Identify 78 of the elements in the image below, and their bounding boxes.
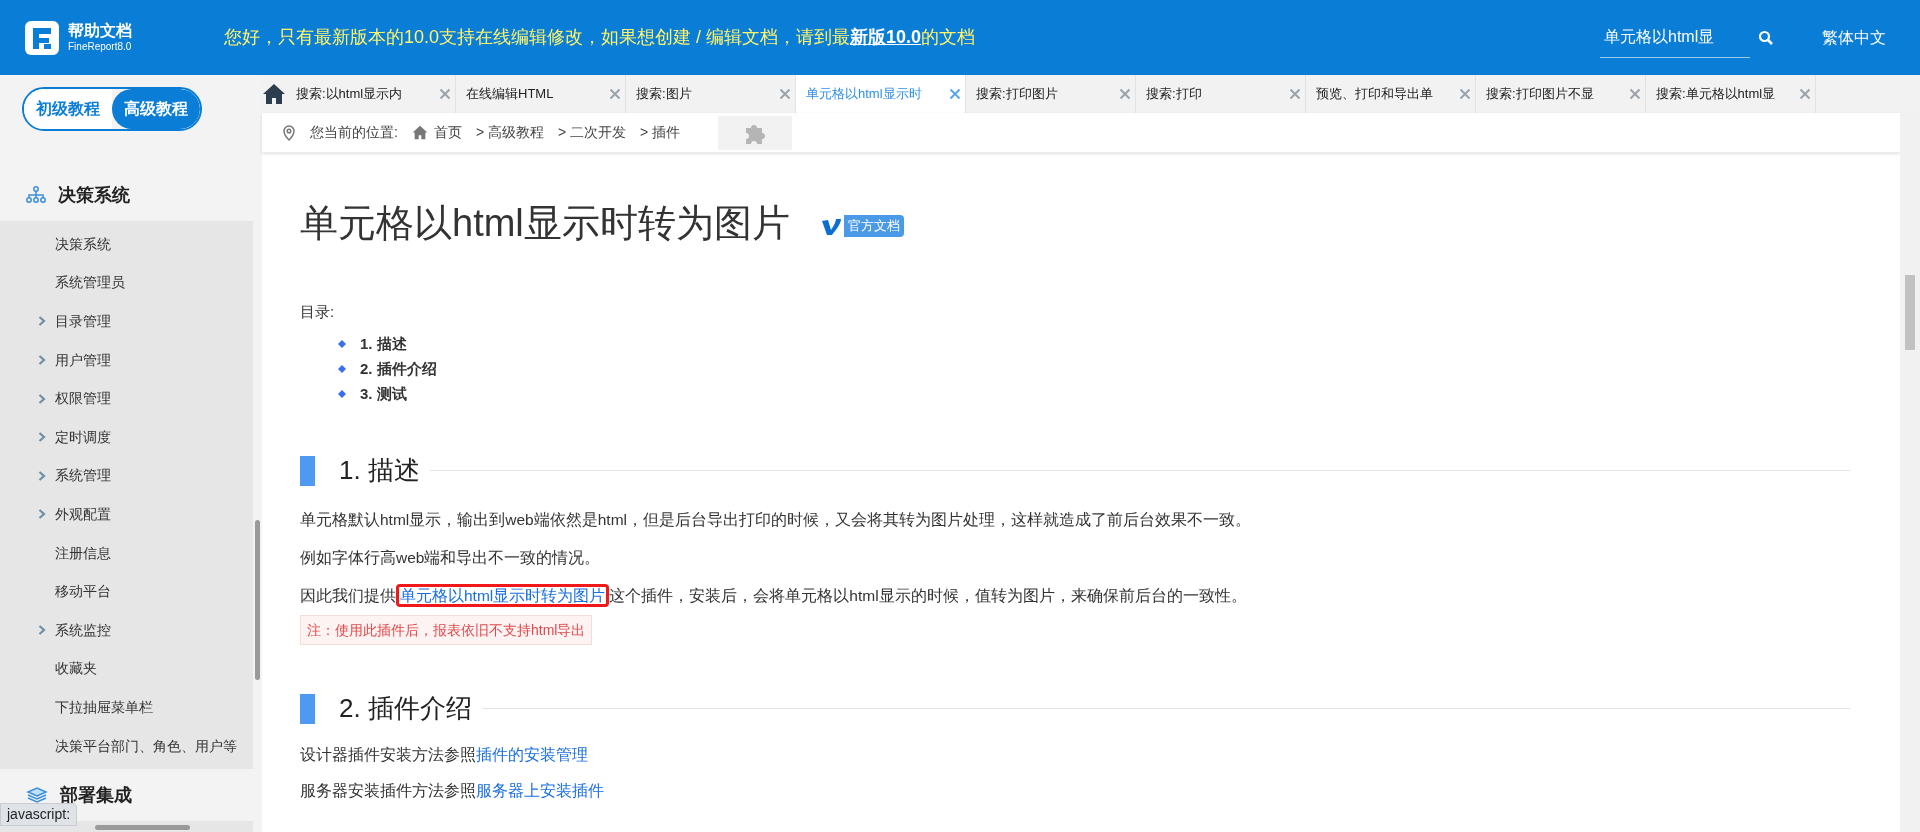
link[interactable]: 服务器上安装插件 xyxy=(476,781,604,799)
close-icon[interactable] xyxy=(1629,88,1641,100)
chevron-icon xyxy=(38,316,46,327)
sidebar-item[interactable]: 移动平台 xyxy=(0,572,253,611)
sidebar-item[interactable]: 权限管理 xyxy=(0,379,253,418)
diamond-bullet-icon xyxy=(338,365,346,373)
breadcrumb-link[interactable]: 首页 xyxy=(433,122,462,143)
heading-bar xyxy=(300,455,315,486)
breadcrumb-label: 您当前的位置: xyxy=(310,123,398,142)
language-link[interactable]: 繁体中文 xyxy=(1822,25,1886,50)
toc-link[interactable]: 1. 描述 xyxy=(360,332,407,356)
sidebar-item[interactable]: 决策系统 xyxy=(0,225,253,264)
sidebar-item[interactable]: 系统管理员 xyxy=(0,263,253,303)
section-heading: 2. 插件介绍 xyxy=(339,692,473,725)
chevron-icon xyxy=(38,393,46,404)
chevron-icon xyxy=(38,355,46,366)
scrollbar-thumb[interactable] xyxy=(1905,275,1915,350)
close-icon[interactable] xyxy=(1289,88,1301,100)
close-icon[interactable] xyxy=(1459,88,1471,100)
link[interactable]: 单元格以html显示时转为图片 xyxy=(396,583,610,607)
toc-link[interactable]: 2. 插件介绍 xyxy=(360,357,437,381)
sidebar-item[interactable]: 系统管理 xyxy=(0,456,253,496)
location-pin-icon xyxy=(282,124,296,141)
paragraph: 例如字体行高web端和导出不一致的情况。 xyxy=(300,547,602,568)
tab[interactable]: 单元格以html显示时 xyxy=(796,75,966,113)
paragraph: 服务器安装插件方法参照服务器上安装插件 xyxy=(300,780,605,801)
hierarchy-icon xyxy=(26,186,46,204)
chevron-icon xyxy=(38,432,46,443)
toggle-tab[interactable]: 高级教程 xyxy=(112,89,200,129)
section-heading: 1. 描述 xyxy=(339,454,421,487)
category-label: 决策系统 xyxy=(58,183,130,207)
sidebar-item[interactable]: 系统监控 xyxy=(0,610,253,650)
note-text: 注：使用此插件后，报表依旧不支持html导出 xyxy=(300,614,593,645)
search-field[interactable]: 单元格以html显 xyxy=(1600,17,1750,58)
close-icon[interactable] xyxy=(439,88,451,100)
sidebar-item[interactable]: 收藏夹 xyxy=(0,649,253,689)
article-title: 单元格以html显示时转为图片 xyxy=(300,200,790,246)
diamond-bullet-icon xyxy=(338,340,346,348)
logo-title: 帮助文档 xyxy=(68,21,132,42)
sidebar-item[interactable]: 决策平台部门、角色、用户等 xyxy=(0,726,253,766)
close-icon[interactable] xyxy=(1799,88,1811,100)
breadcrumb-link[interactable]: > 二次开发 xyxy=(557,122,627,143)
logo-subtitle: FineReport8.0 xyxy=(68,41,132,54)
heading-bar xyxy=(300,693,315,724)
page-scrollbar[interactable] xyxy=(1900,113,1920,832)
sidebar-item[interactable]: 定时调度 xyxy=(0,417,253,457)
toc-link[interactable]: 3. 测试 xyxy=(360,382,407,406)
notice-text: 您好，只有最新版本的10.0支持在线编辑修改，如果想创建 / 编辑文档，请到最新版10.0的文档 xyxy=(224,26,976,49)
breadcrumb-link[interactable]: > 高级教程 xyxy=(475,122,544,143)
official-doc-badge: 官方文档 xyxy=(819,215,904,237)
close-icon[interactable] xyxy=(949,88,961,100)
horizontal-scrollbar[interactable] xyxy=(95,825,190,830)
status-url: javascript: xyxy=(0,803,78,826)
toggle-tab[interactable]: 初级教程 xyxy=(24,89,112,129)
sidebar-scrollbar[interactable] xyxy=(255,520,260,680)
sidebar-item[interactable]: 外观配置 xyxy=(0,495,253,534)
close-icon[interactable] xyxy=(1119,88,1131,100)
link[interactable]: 插件的安装管理 xyxy=(476,745,588,763)
search-icon[interactable] xyxy=(1758,29,1774,46)
sidebar-item[interactable]: 注册信息 xyxy=(0,533,253,573)
paragraph: 单元格默认html显示，输出到web端依然是html，但是后台导出打印的时候，又会将其转为图片处理，这样就造成了前后台效果不一致。 xyxy=(300,509,1252,530)
breadcrumb-link[interactable]: > 插件 xyxy=(640,122,681,143)
paragraph: 设计器插件安装方法参照插件的安装管理 xyxy=(300,744,589,765)
sidebar-item[interactable]: 用户管理 xyxy=(0,340,253,380)
sidebar-item[interactable]: 目录管理 xyxy=(0,302,253,341)
chevron-icon xyxy=(38,509,46,520)
logo-icon xyxy=(24,19,60,56)
layers-icon xyxy=(26,785,48,806)
toc-label: 目录: xyxy=(300,302,336,322)
home-icon xyxy=(262,83,286,105)
chevron-icon xyxy=(38,625,46,636)
home-icon xyxy=(411,125,428,140)
diamond-bullet-icon xyxy=(338,390,346,398)
close-icon[interactable] xyxy=(609,88,621,100)
chevron-icon xyxy=(38,470,46,481)
sidebar-item[interactable]: 下拉抽屉菜单栏 xyxy=(0,688,253,727)
close-icon[interactable] xyxy=(779,88,791,100)
paragraph: 因此我们提供 单元格以html显示时转为图片 这个插件，安装后，会将单元格以html显示的时候，值转为图片，来确保前后台的一致性。 xyxy=(300,576,1850,615)
